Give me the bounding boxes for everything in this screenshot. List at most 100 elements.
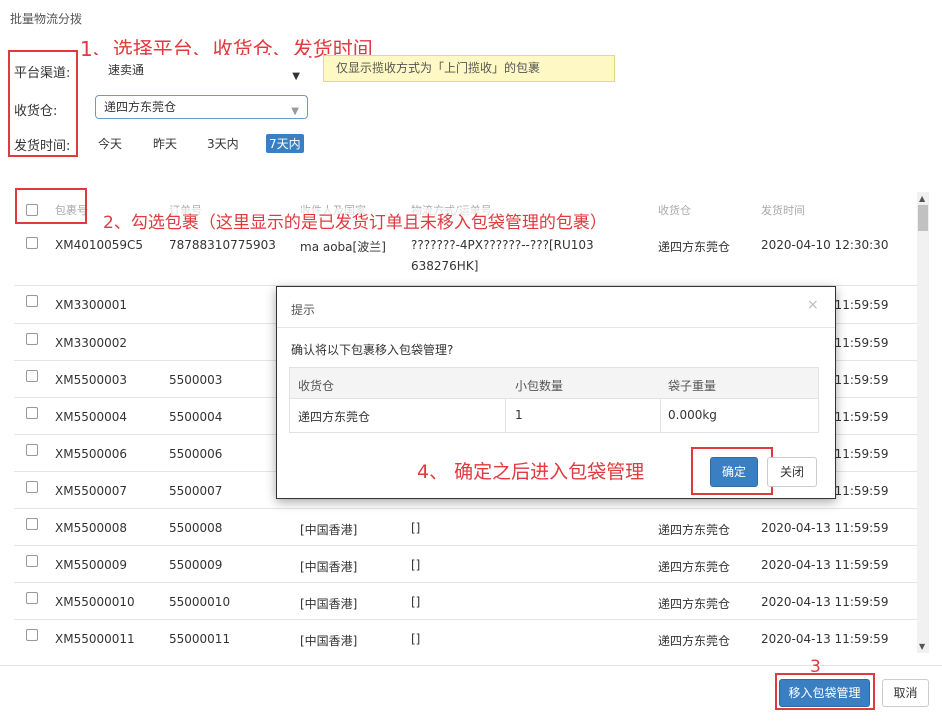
package-id: XM5500003 [55, 373, 128, 387]
order-id: 55000010 [169, 595, 231, 609]
row-checkbox[interactable] [26, 555, 38, 567]
warehouse-label: 收货仓: [14, 104, 58, 119]
package-id: XM55000010 [55, 595, 135, 609]
cancel-button[interactable]: 取消 [882, 679, 929, 707]
ship-time: 2020-04-10 12:30:30 [761, 238, 889, 252]
confirm-dialog: 提示 × 确认将以下包裹移入包袋管理? 收货仓 小包数量 袋子重量 递四方东莞仓… [276, 286, 836, 499]
table-row[interactable]: XM4010059C5 78788310775903 ma aoba[波兰] ?… [14, 229, 917, 285]
order-id: 5500007 [169, 484, 223, 498]
platform-select[interactable]: 速卖通 ▼ [95, 55, 309, 85]
recipient: [中国香港] [300, 523, 358, 537]
scroll-up-icon[interactable]: ▲ [919, 194, 925, 203]
logistics: [] [411, 558, 421, 572]
row-checkbox[interactable] [26, 592, 38, 604]
warehouse: 递四方东莞仓 [658, 240, 731, 254]
scroll-down-icon[interactable]: ▼ [919, 642, 925, 651]
close-icon[interactable]: × [807, 297, 819, 313]
confirm-button[interactable]: 确定 [710, 457, 758, 487]
column-header-time: 发货时间 [761, 204, 805, 217]
ship-time: 2020-04-13 11:59:59 [761, 521, 889, 535]
table-row[interactable]: XM5500009 5500009 [中国香港] [] 递四方东莞仓 2020-… [14, 545, 917, 582]
logistics: [] [411, 521, 421, 535]
package-id: XM5500009 [55, 558, 128, 572]
ship-time: 2020-04-13 11:59:59 [761, 632, 889, 646]
annotation-step4: 4、 确定之后进入包袋管理 [417, 461, 645, 483]
chevron-down-icon: ▼ [292, 71, 300, 82]
package-id: XM3300002 [55, 336, 128, 350]
dialog-col-count: 小包数量 [515, 379, 564, 393]
warehouse: 递四方东莞仓 [658, 597, 731, 611]
order-id: 5500009 [169, 558, 223, 572]
dialog-table-header: 收货仓 小包数量 袋子重量 [289, 367, 819, 399]
row-checkbox[interactable] [26, 295, 38, 307]
order-id: 5500003 [169, 373, 223, 387]
recipient: [中国香港] [300, 560, 358, 574]
move-to-bag-button[interactable]: 移入包袋管理 [779, 679, 870, 707]
time-option-today[interactable]: 今天 [98, 135, 122, 152]
row-checkbox[interactable] [26, 370, 38, 382]
table-row[interactable]: XM55000011 55000011 [中国香港] [] 递四方东莞仓 202… [14, 619, 917, 654]
dialog-count: 1 [515, 408, 523, 422]
dialog-divider [277, 327, 835, 328]
recipient: [中国香港] [300, 634, 358, 648]
warehouse: 递四方东莞仓 [658, 523, 731, 537]
package-id: XM5500004 [55, 410, 128, 424]
dialog-message: 确认将以下包裹移入包袋管理? [291, 343, 454, 357]
package-id: XM4010059C5 [55, 238, 144, 252]
order-id: 5500004 [169, 410, 223, 424]
row-checkbox[interactable] [26, 237, 38, 249]
logistics-line2: 638276HK] [411, 259, 479, 273]
warehouse-select[interactable]: 递四方东莞仓 ▼ [95, 95, 308, 119]
dialog-table-separator [660, 399, 661, 432]
dialog-col-warehouse: 收货仓 [298, 379, 335, 393]
logistics: [] [411, 632, 421, 646]
time-option-7days[interactable]: 7天内 [266, 134, 304, 153]
dialog-weight: 0.000kg [668, 408, 717, 422]
logistics: [] [411, 595, 421, 609]
time-option-yesterday[interactable]: 昨天 [153, 135, 177, 152]
table-scrollbar[interactable] [917, 192, 929, 653]
hint-message: 仅显示揽收方式为「上门揽收」的包裹 [323, 55, 615, 82]
ship-time: 2020-04-13 11:59:59 [761, 558, 889, 572]
row-checkbox[interactable] [26, 629, 38, 641]
package-id: XM3300001 [55, 298, 128, 312]
order-id: 78788310775903 [169, 238, 276, 252]
platform-select-value: 速卖通 [108, 63, 145, 77]
dialog-table-row: 递四方东莞仓 1 0.000kg [289, 399, 819, 433]
order-id: 55000011 [169, 632, 231, 646]
table-row[interactable]: XM55000010 55000010 [中国香港] [] 递四方东莞仓 202… [14, 582, 917, 619]
table-row[interactable]: XM5500008 5500008 [中国香港] [] 递四方东莞仓 2020-… [14, 508, 917, 545]
row-checkbox[interactable] [26, 481, 38, 493]
ship-time: 2020-04-13 11:59:59 [761, 595, 889, 609]
dialog-col-weight: 袋子重量 [668, 379, 717, 393]
scrollbar-thumb[interactable] [918, 205, 928, 231]
warehouse: 递四方东莞仓 [658, 634, 731, 648]
dialog-close-button[interactable]: 关闭 [767, 457, 817, 487]
package-id: XM5500006 [55, 447, 128, 461]
chevron-down-icon: ▼ [291, 106, 299, 117]
warehouse-select-value: 递四方东莞仓 [104, 100, 177, 114]
dialog-title: 提示 [291, 303, 316, 317]
order-id: 5500008 [169, 521, 223, 535]
row-checkbox[interactable] [26, 333, 38, 345]
page-title: 批量物流分拨 [10, 12, 83, 26]
column-header-warehouse: 收货仓 [658, 204, 691, 217]
package-id: XM5500007 [55, 484, 128, 498]
recipient: ma aoba[波兰] [300, 240, 386, 254]
recipient: [中国香港] [300, 597, 358, 611]
warehouse: 递四方东莞仓 [658, 560, 731, 574]
order-id: 5500006 [169, 447, 223, 461]
package-id: XM55000011 [55, 632, 135, 646]
row-checkbox[interactable] [26, 407, 38, 419]
row-checkbox[interactable] [26, 518, 38, 530]
row-checkbox[interactable] [26, 444, 38, 456]
annotation-step2: 2、勾选包裹（这里显示的是已发货订单且未移入包袋管理的包裹） [103, 208, 607, 233]
package-id: XM5500008 [55, 521, 128, 535]
dialog-warehouse: 递四方东莞仓 [298, 410, 371, 424]
annotation-box-checkbox [15, 188, 87, 224]
platform-label: 平台渠道: [14, 66, 71, 81]
time-label: 发货时间: [14, 139, 71, 154]
time-option-3days[interactable]: 3天内 [207, 135, 239, 152]
logistics: ???????-4PX??????--???[RU103 [411, 238, 594, 252]
dialog-table-separator [505, 399, 506, 432]
